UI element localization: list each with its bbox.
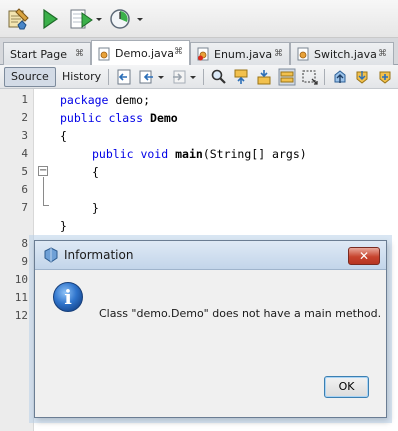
profile-project-icon[interactable] <box>108 7 144 31</box>
chevron-down-icon[interactable] <box>188 68 198 86</box>
tab-switch-java[interactable]: Switch.java ⌘ <box>290 42 394 65</box>
tab-label: Start Page <box>10 47 67 61</box>
line-number: 8 <box>21 237 28 250</box>
method-name: main <box>175 147 203 161</box>
tab-enum-java[interactable]: Enum.java ⌘ <box>190 42 290 65</box>
line-number: 7 <box>21 201 28 214</box>
find-previous-icon[interactable] <box>232 68 250 86</box>
dialog-title: Information <box>64 248 134 262</box>
code-text: (String[] args) <box>202 147 307 161</box>
line-number: 11 <box>14 291 28 304</box>
forward-icon[interactable] <box>170 68 188 86</box>
keyword: public void <box>92 147 169 161</box>
line-number: 4 <box>21 147 28 160</box>
code-line-1: package demo; <box>60 91 150 109</box>
fold-line-end <box>43 205 49 206</box>
information-dialog: Information ✕ i Class "demo.Demo" does n… <box>34 240 387 418</box>
line-number: 9 <box>21 255 28 268</box>
line-number: 12 <box>14 309 28 322</box>
toolbar-separator <box>324 69 325 85</box>
debug-project-icon[interactable] <box>69 7 103 31</box>
line-number-gutter: 1 2 3 4 5 6 7 8 9 10 11 12 <box>0 89 34 431</box>
line-number: 2 <box>21 111 28 124</box>
code-text: { <box>92 165 99 179</box>
close-tab-icon[interactable]: ⌘ <box>378 49 387 59</box>
line-number: 1 <box>21 93 28 106</box>
fold-collapse-icon[interactable]: − <box>38 166 48 176</box>
dialog-title-bar[interactable]: Information ✕ <box>35 241 386 270</box>
close-tab-icon[interactable]: ⌘ <box>174 47 183 57</box>
source-view-button[interactable]: Source <box>4 67 56 87</box>
code-line-4: public void main(String[] args) <box>92 145 307 163</box>
tab-start-page[interactable]: Start Page ⌘ <box>3 42 91 65</box>
line-number: 10 <box>14 273 28 286</box>
code-line-8: } <box>60 217 67 235</box>
keyword: public class <box>60 111 144 125</box>
code-text: { <box>60 129 67 143</box>
dialog-close-button[interactable]: ✕ <box>348 247 380 265</box>
line-number: 5 <box>21 165 28 178</box>
toggle-bookmark-icon[interactable] <box>376 68 394 86</box>
close-tab-icon[interactable]: ⌘ <box>274 49 283 59</box>
dialog-message: Class "demo.Demo" does not have a main m… <box>99 307 382 320</box>
toolbar-separator <box>203 69 204 85</box>
code-text: demo; <box>108 93 151 107</box>
code-line-5: { <box>92 163 99 181</box>
tab-label: Switch.java <box>314 47 377 61</box>
editor-tab-strip: Start Page ⌘ Demo.java ⌘ Enum.java ⌘ Swi… <box>0 38 398 66</box>
keyword: package <box>60 93 109 107</box>
code-text: } <box>60 219 67 233</box>
java-cup-icon <box>44 247 58 263</box>
next-bookmark-icon[interactable] <box>353 68 371 86</box>
java-file-error-icon <box>197 47 209 61</box>
last-edit-icon[interactable] <box>115 68 133 86</box>
clean-build-project-icon[interactable] <box>6 7 30 31</box>
toolbar-separator <box>108 69 109 85</box>
history-view-button[interactable]: History <box>55 67 108 87</box>
java-file-icon <box>297 47 309 61</box>
find-icon[interactable] <box>210 68 228 86</box>
code-line-7: } <box>92 199 99 217</box>
tab-label: Enum.java <box>214 47 273 61</box>
main-toolbar <box>0 0 398 38</box>
java-file-icon <box>98 47 110 60</box>
find-next-icon[interactable] <box>255 68 273 86</box>
line-number: 6 <box>21 183 28 196</box>
chevron-down-icon[interactable] <box>156 68 166 86</box>
ok-button[interactable]: OK <box>324 376 369 398</box>
tab-label: Demo.java <box>115 47 175 60</box>
toggle-highlight-search-icon[interactable] <box>278 68 296 86</box>
previous-bookmark-icon[interactable] <box>331 68 349 86</box>
editor-toolbar: Source History <box>0 65 398 89</box>
class-name: Demo <box>150 111 178 125</box>
back-icon[interactable] <box>138 68 156 86</box>
code-line-3: { <box>60 127 67 145</box>
code-line-2: public class Demo <box>60 109 178 127</box>
info-glyph: i <box>64 285 72 309</box>
run-project-icon[interactable] <box>40 7 60 31</box>
toggle-rectangular-selection-icon[interactable] <box>301 68 319 86</box>
close-tab-icon[interactable]: ⌘ <box>75 49 84 59</box>
information-icon: i <box>53 282 83 312</box>
line-number: 3 <box>21 129 28 142</box>
tab-demo-java[interactable]: Demo.java ⌘ <box>91 40 190 66</box>
code-text: } <box>92 201 99 215</box>
fold-line <box>43 177 44 205</box>
